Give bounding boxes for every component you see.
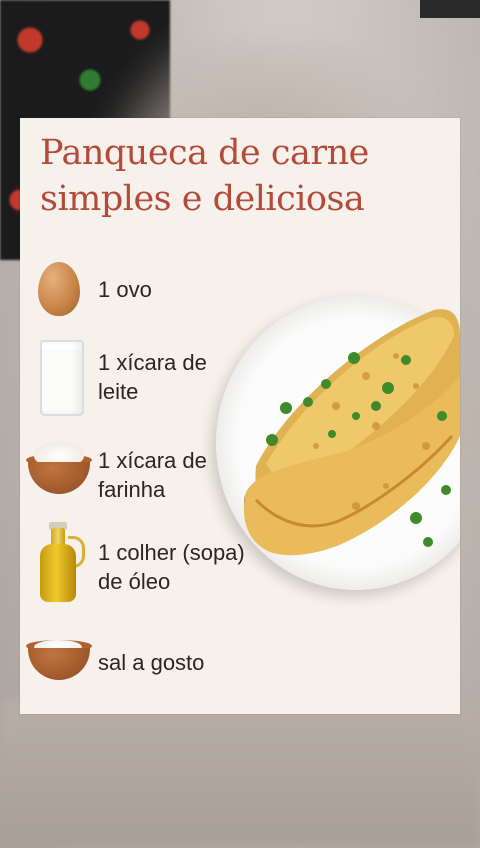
ingredient-label: 1 xícara de leite [98, 350, 207, 404]
oil-bottle-icon [24, 522, 96, 606]
milk-glass-icon [24, 340, 96, 416]
egg-icon [24, 262, 96, 318]
recipe-card: Panqueca de carne simples e deliciosa 1 … [20, 118, 460, 714]
meat-pancake-image [243, 309, 460, 556]
blurred-surface [0, 700, 480, 848]
salt-bowl-icon [24, 632, 96, 684]
dark-corner [420, 0, 480, 18]
ingredient-label: sal a gosto [98, 650, 205, 675]
flour-bowl-icon [24, 440, 96, 502]
ingredient-label: 1 xícara de farinha [98, 448, 207, 502]
ingredient-label: 1 colher (sopa) de óleo [98, 540, 245, 594]
recipe-title: Panqueca de carne simples e deliciosa [40, 133, 369, 219]
ingredient-label: 1 ovo [98, 277, 152, 302]
